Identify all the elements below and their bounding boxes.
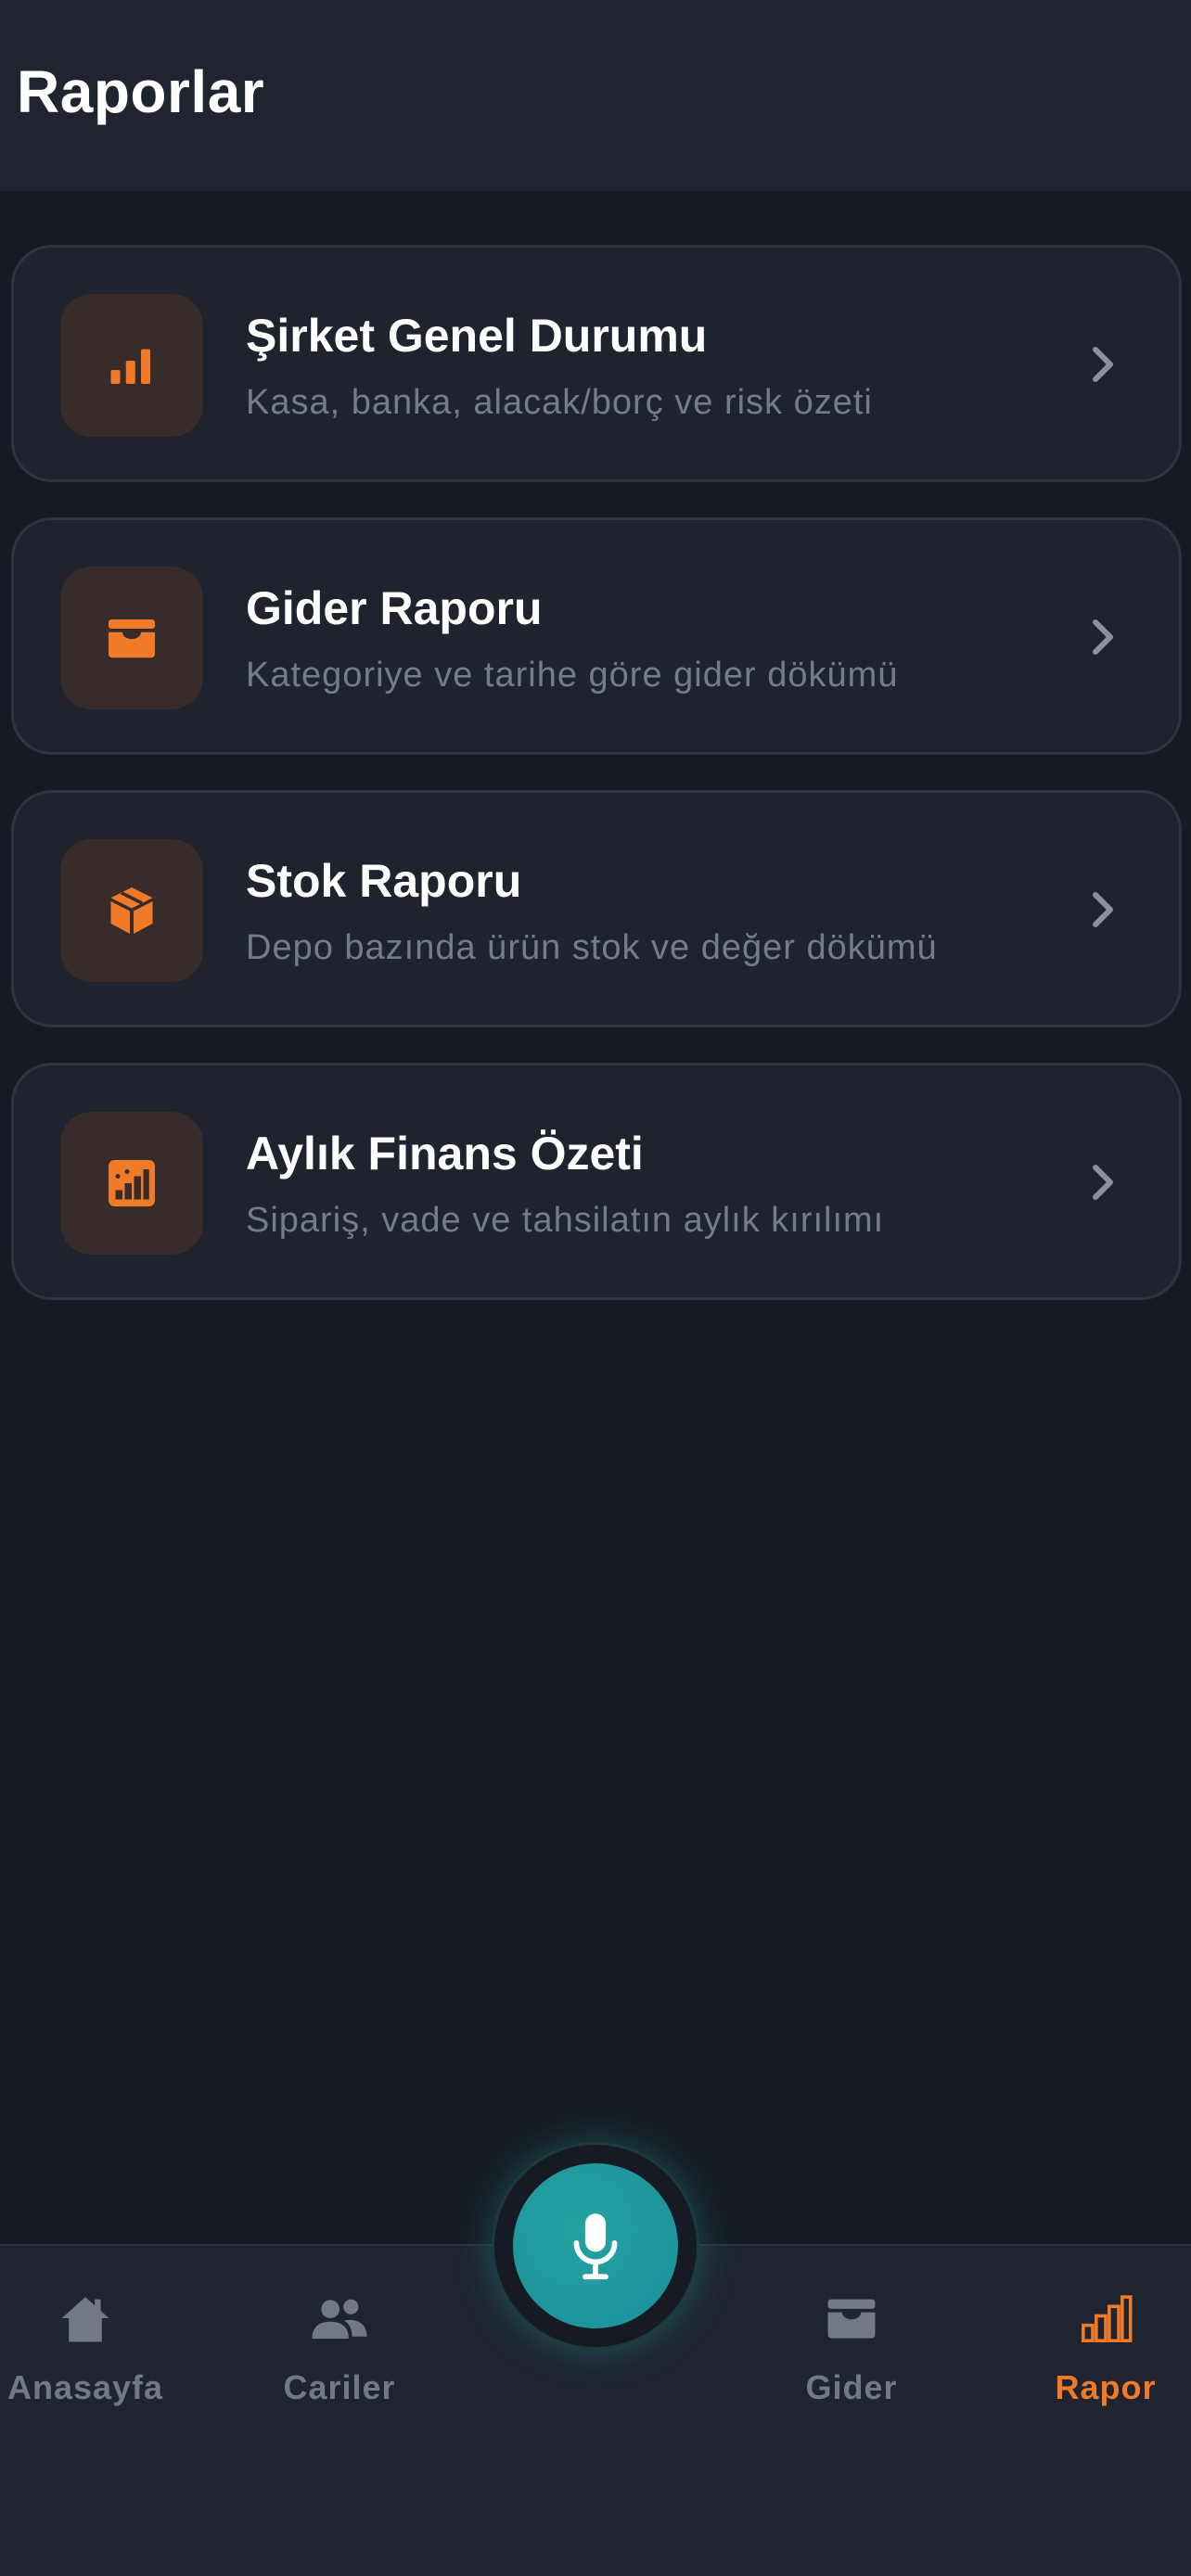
report-card-stock[interactable]: Stok Raporu Depo bazında ürün stok ve de… bbox=[11, 790, 1182, 1027]
nav-item-expense[interactable]: Gider bbox=[759, 2292, 944, 2407]
card-subtitle: Kategoriye ve tarihe göre gider dökümü bbox=[246, 656, 899, 695]
chevron-right-icon bbox=[1093, 619, 1113, 655]
report-card-company-status[interactable]: Şirket Genel Durumu Kasa, banka, alacak/… bbox=[11, 245, 1182, 482]
finance-chart-icon bbox=[109, 1160, 155, 1206]
card-icon-box bbox=[60, 1112, 203, 1255]
home-icon bbox=[61, 2297, 109, 2342]
card-title: Aylık Finans Özeti bbox=[246, 1128, 644, 1180]
chevron-right-icon bbox=[1093, 347, 1113, 382]
report-card-expense[interactable]: Gider Raporu Kategoriye ve tarihe göre g… bbox=[11, 517, 1182, 755]
card-icon-box bbox=[60, 294, 203, 437]
card-title: Şirket Genel Durumu bbox=[246, 310, 708, 362]
report-card-monthly-finance[interactable]: Aylık Finans Özeti Sipariş, vade ve tahs… bbox=[11, 1063, 1182, 1300]
wallet-icon bbox=[827, 2299, 876, 2339]
voice-button[interactable] bbox=[513, 2163, 678, 2328]
header: Raporlar bbox=[0, 0, 1191, 191]
card-icon-box bbox=[60, 567, 203, 709]
report-list: Şirket Genel Durumu Kasa, banka, alacak/… bbox=[11, 245, 1182, 1335]
bar-chart-icon bbox=[110, 349, 150, 384]
wallet-icon bbox=[109, 619, 155, 658]
card-title: Gider Raporu bbox=[246, 582, 543, 634]
nav-item-accounts[interactable]: Cariler bbox=[247, 2292, 432, 2407]
bar-chart-outline-icon bbox=[1082, 2295, 1133, 2342]
nav-label-report: Rapor bbox=[1055, 2368, 1157, 2406]
chevron-right-icon bbox=[1093, 892, 1113, 927]
page-title: Raporlar bbox=[17, 58, 265, 125]
card-icon-box bbox=[60, 839, 203, 982]
nav-item-report[interactable]: Rapor bbox=[1013, 2292, 1191, 2407]
chevron-right-icon bbox=[1093, 1165, 1113, 1200]
voice-button-ring bbox=[492, 2142, 699, 2350]
nav-label-accounts: Cariler bbox=[283, 2368, 396, 2406]
app-root: Raporlar Şirket Genel Durumu Kasa, banka… bbox=[0, 0, 1191, 2576]
users-icon bbox=[312, 2299, 367, 2340]
card-subtitle: Sipariş, vade ve tahsilatın aylık kırılı… bbox=[246, 1201, 885, 1240]
card-subtitle: Depo bazında ürün stok ve değer dökümü bbox=[246, 928, 938, 967]
nav-item-home[interactable]: Anasayfa bbox=[0, 2292, 178, 2407]
card-subtitle: Kasa, banka, alacak/borç ve risk özeti bbox=[246, 383, 873, 422]
nav-label-expense: Gider bbox=[805, 2368, 898, 2406]
card-title: Stok Raporu bbox=[246, 855, 522, 907]
box-icon bbox=[110, 887, 153, 934]
nav-label-home: Anasayfa bbox=[6, 2368, 164, 2406]
microphone-icon bbox=[573, 2213, 618, 2280]
